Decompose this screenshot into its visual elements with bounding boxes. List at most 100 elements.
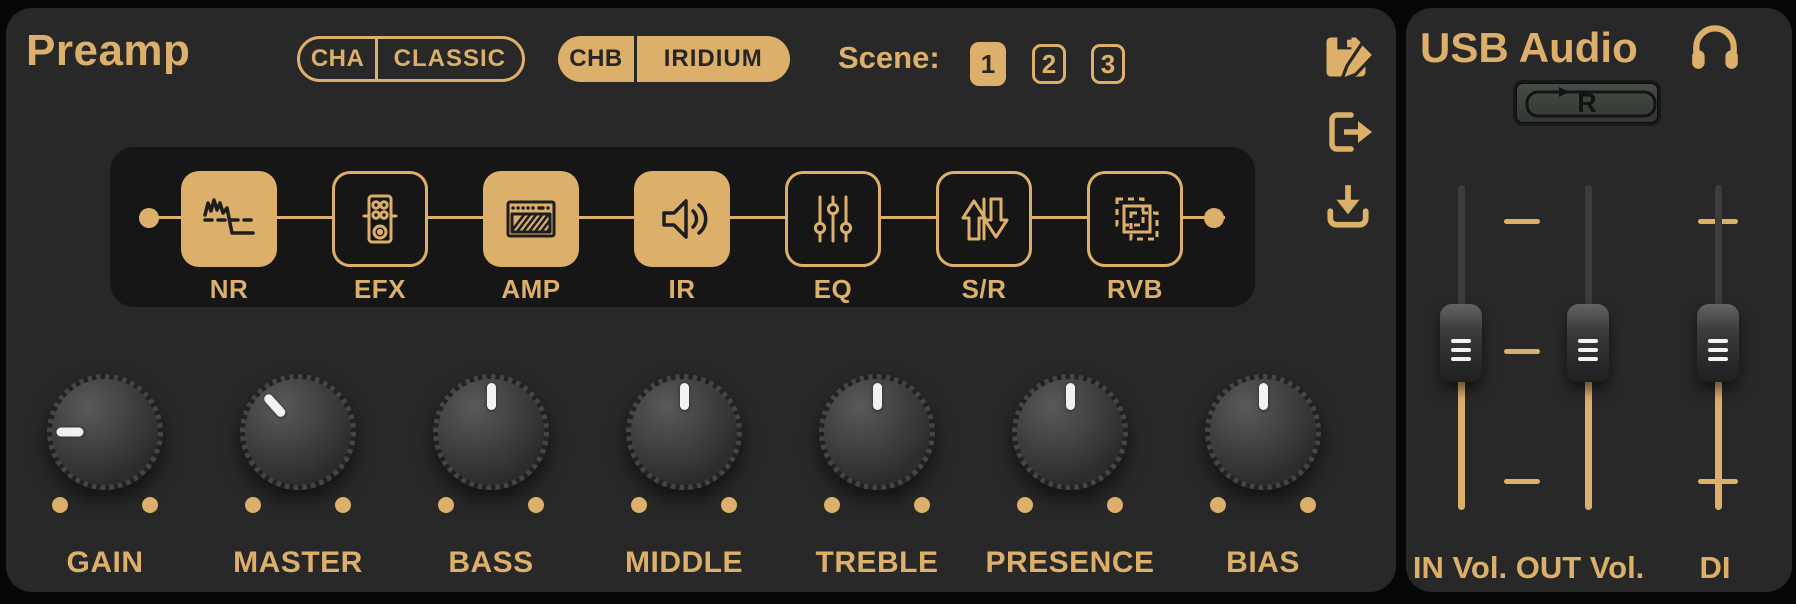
- thumb-grip-lines: [1578, 339, 1598, 366]
- scene-button-3[interactable]: 3: [1091, 44, 1125, 84]
- presence-knob[interactable]: [1012, 374, 1128, 490]
- knob-indicator: [1066, 383, 1075, 410]
- knob-max-dot: [721, 497, 737, 513]
- chain-label: S/R: [936, 274, 1032, 305]
- channel-b-name: IRIDIUM: [637, 36, 791, 82]
- chain-block-efx: EFX: [332, 171, 428, 305]
- chain-block-eq: EQ: [785, 171, 881, 305]
- amp-icon[interactable]: [483, 171, 579, 267]
- chain-block-amp: AMP: [483, 171, 579, 305]
- knob-max-dot: [142, 497, 158, 513]
- di-label: DI: [1662, 550, 1768, 586]
- chain-label: IR: [634, 274, 730, 305]
- in-volume-label: IN Vol.: [1398, 550, 1522, 586]
- gain-knob-unit: GAIN: [47, 374, 163, 490]
- treble-knob[interactable]: [819, 374, 935, 490]
- scene-label: Scene:: [838, 40, 940, 76]
- knob-min-dot: [824, 497, 840, 513]
- middle-knob[interactable]: [626, 374, 742, 490]
- lcd-screen: R: [1516, 83, 1658, 123]
- knob-max-dot: [914, 497, 930, 513]
- thumb-grip-lines: [1451, 339, 1471, 366]
- knob-label: MIDDLE: [584, 546, 784, 580]
- slider-tick: [1504, 219, 1540, 224]
- di-slider[interactable]: [1697, 185, 1739, 510]
- pedal-icon[interactable]: [332, 171, 428, 267]
- knob-max-dot: [335, 497, 351, 513]
- knob-max-dot: [1107, 497, 1123, 513]
- save-preset-button[interactable]: [1320, 31, 1372, 83]
- bias-knob[interactable]: [1205, 374, 1321, 490]
- out-volume-slider[interactable]: [1567, 185, 1609, 510]
- slider-tick: [1504, 479, 1540, 484]
- treble-knob-unit: TREBLE: [819, 374, 935, 490]
- channel-a-button[interactable]: CHA CLASSIC: [297, 36, 525, 82]
- presence-knob-unit: PRESENCE: [1012, 374, 1128, 490]
- preamp-title: Preamp: [26, 26, 190, 76]
- chain-label: RVB: [1087, 274, 1183, 305]
- knob-label: BIAS: [1163, 546, 1363, 580]
- chain-input-dot: [139, 208, 159, 228]
- knob-label: MASTER: [198, 546, 398, 580]
- knob-max-dot: [528, 497, 544, 513]
- slider-thumb[interactable]: [1567, 304, 1609, 382]
- channel-a-tag: CHA: [300, 39, 375, 79]
- usb-audio-title: USB Audio: [1420, 24, 1638, 72]
- chain-label: EQ: [785, 274, 881, 305]
- knob-indicator: [1259, 383, 1268, 410]
- record-indicator[interactable]: R: [1513, 80, 1661, 126]
- reverb-icon[interactable]: [1087, 171, 1183, 267]
- chain-block-ir: IR: [634, 171, 730, 305]
- knob-face: [245, 379, 351, 485]
- download-tray-icon: [1323, 219, 1373, 234]
- scene-button-2[interactable]: 2: [1032, 44, 1066, 84]
- knob-indicator: [56, 428, 83, 437]
- knob-label: PRESENCE: [970, 546, 1170, 580]
- chain-label: EFX: [332, 274, 428, 305]
- middle-knob-unit: MIDDLE: [626, 374, 742, 490]
- knob-label: TREBLE: [777, 546, 977, 580]
- channel-b-tag: CHB: [558, 36, 634, 82]
- scene-button-1[interactable]: 1: [970, 42, 1006, 86]
- chain-block-sr: S/R: [936, 171, 1032, 305]
- channel-a-name: CLASSIC: [378, 39, 522, 79]
- chain-block-nr: NR: [181, 171, 277, 305]
- gain-knob[interactable]: [47, 374, 163, 490]
- chain-block-rvb: RVB: [1087, 171, 1183, 305]
- knob-max-dot: [1300, 497, 1316, 513]
- knob-indicator: [487, 383, 496, 410]
- speaker-icon[interactable]: [634, 171, 730, 267]
- slider-tick: [1504, 349, 1540, 354]
- knob-min-dot: [631, 497, 647, 513]
- knob-indicator: [680, 383, 689, 410]
- knob-min-dot: [1017, 497, 1033, 513]
- send-return-icon[interactable]: [936, 171, 1032, 267]
- knob-label: BASS: [391, 546, 591, 580]
- floppy-pencil-icon: [1320, 71, 1372, 86]
- import-preset-button[interactable]: [1323, 181, 1373, 231]
- chain-label: AMP: [483, 274, 579, 305]
- master-knob[interactable]: [240, 374, 356, 490]
- bass-knob[interactable]: [433, 374, 549, 490]
- channel-b-button[interactable]: CHB IRIDIUM: [558, 36, 790, 82]
- bass-knob-unit: BASS: [433, 374, 549, 490]
- headphones-monitor-button[interactable]: [1688, 18, 1742, 72]
- knob-min-dot: [1210, 497, 1226, 513]
- slider-thumb[interactable]: [1440, 304, 1482, 382]
- eq-sliders-icon[interactable]: [785, 171, 881, 267]
- noise-gate-icon[interactable]: [181, 171, 277, 267]
- knob-min-dot: [52, 497, 68, 513]
- slider-thumb[interactable]: [1697, 304, 1739, 382]
- export-icon: [1323, 144, 1373, 159]
- record-indicator-label: R: [1577, 88, 1597, 119]
- chain-output-dot: [1204, 208, 1224, 228]
- in-volume-slider[interactable]: [1440, 185, 1482, 510]
- knob-min-dot: [245, 497, 261, 513]
- knob-label: GAIN: [5, 546, 205, 580]
- thumb-grip-lines: [1708, 339, 1728, 366]
- knob-min-dot: [438, 497, 454, 513]
- export-preset-button[interactable]: [1323, 108, 1373, 156]
- bias-knob-unit: BIAS: [1205, 374, 1321, 490]
- out-volume-label: OUT Vol.: [1512, 550, 1648, 586]
- master-knob-unit: MASTER: [240, 374, 356, 490]
